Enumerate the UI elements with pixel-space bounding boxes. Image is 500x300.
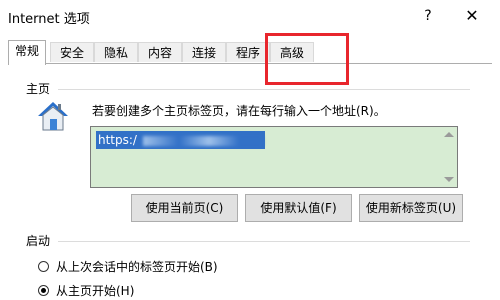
tab-advanced[interactable]: 高级: [270, 42, 314, 62]
radio-button-selected[interactable]: [38, 285, 49, 296]
window-title: Internet 选项: [8, 12, 90, 27]
tab-strip: 常规 安全 隐私 内容 连接 程序 高级: [8, 40, 492, 65]
home-page-url-value: https:/: [96, 131, 265, 149]
startup-group-line: [58, 241, 470, 242]
home-page-group-label: 主页: [26, 82, 51, 96]
internet-options-dialog: Internet 选项 ? ✕ 常规 安全 隐私 内容 连接 程序 高级 主页 …: [0, 0, 500, 300]
textarea-scrollbar[interactable]: [441, 127, 457, 187]
use-new-tab-button[interactable]: 使用新标签页(U): [359, 194, 463, 222]
scroll-down-arrow-icon[interactable]: [444, 177, 454, 182]
scroll-up-arrow-icon[interactable]: [444, 132, 454, 137]
redacted-url-blur: [142, 135, 263, 146]
tab-security[interactable]: 安全: [50, 42, 94, 62]
home-page-url-text: https:/: [98, 133, 137, 147]
radio-label: 从主页开始(H): [56, 284, 135, 298]
use-current-button[interactable]: 使用当前页(C): [131, 194, 238, 222]
tab-connections[interactable]: 连接: [182, 42, 226, 62]
help-button[interactable]: ?: [414, 4, 442, 28]
home-icon: [38, 102, 68, 131]
title-bar: Internet 选项 ? ✕: [0, 0, 500, 32]
tab-programs[interactable]: 程序: [226, 42, 270, 62]
radio-label: 从上次会话中的标签页开始(B): [56, 260, 218, 274]
home-page-group-line: [58, 89, 470, 90]
startup-group-label: 启动: [26, 234, 51, 248]
radio-button[interactable]: [38, 261, 49, 272]
tab-general[interactable]: 常规: [8, 40, 46, 65]
tab-divider: [8, 63, 492, 64]
home-page-url-textarea[interactable]: https:/: [90, 126, 458, 188]
tab-privacy[interactable]: 隐私: [94, 42, 138, 62]
home-page-description: 若要创建多个主页标签页，请在每行输入一个地址(R)。: [92, 104, 386, 118]
use-default-button[interactable]: 使用默认值(F): [245, 194, 352, 222]
tab-content[interactable]: 内容: [138, 42, 182, 62]
close-button[interactable]: ✕: [458, 4, 486, 28]
